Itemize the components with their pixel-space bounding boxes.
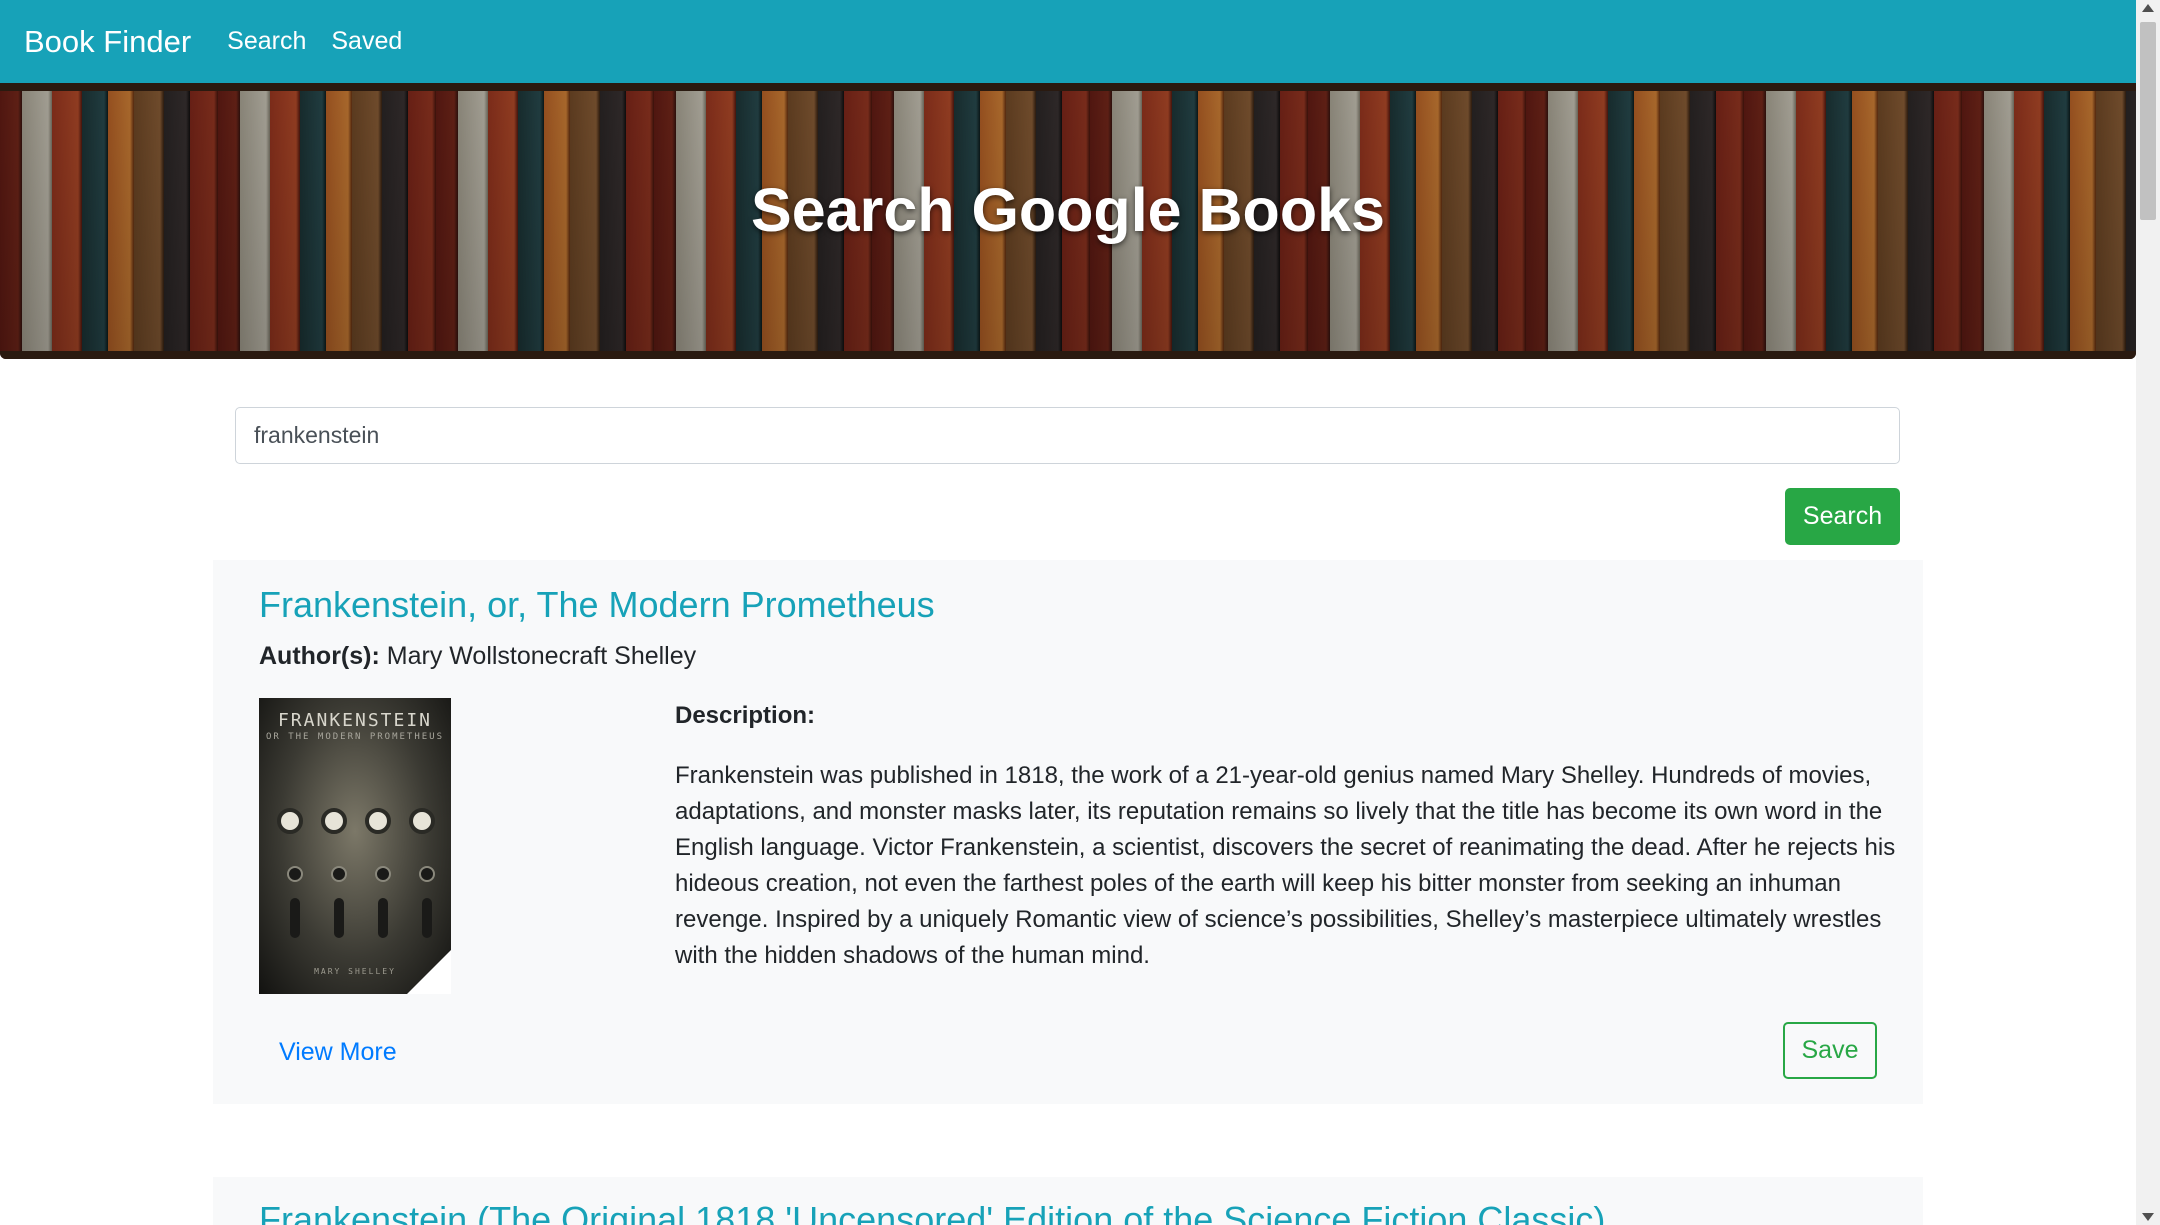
- knob-icon: [375, 866, 391, 882]
- description-text: Frankenstein was published in 1818, the …: [675, 762, 1896, 969]
- authors-value: Mary Wollstonecraft Shelley: [386, 642, 697, 670]
- lever-icon: [290, 898, 300, 938]
- navbar: Book Finder Search Saved: [0, 0, 2136, 83]
- brand-link[interactable]: Book Finder: [24, 24, 191, 60]
- view-more-link[interactable]: View More: [279, 1038, 397, 1067]
- authors-label: Author(s):: [259, 642, 380, 670]
- knob-icon: [331, 866, 347, 882]
- knob-icon: [287, 866, 303, 882]
- scroll-up-arrow-icon[interactable]: [2142, 4, 2154, 12]
- shelf-divider: [0, 351, 2136, 359]
- save-button[interactable]: Save: [1783, 1022, 1877, 1079]
- book-cover-image: FRANKENSTEIN OR THE MODERN PROMETHEUS MA…: [259, 698, 451, 994]
- knob-icon: [419, 866, 435, 882]
- lever-icon: [334, 898, 344, 938]
- scroll-down-arrow-icon[interactable]: [2142, 1213, 2154, 1221]
- page-curl-icon: [407, 950, 451, 994]
- cover-subtitle: OR THE MODERN PROMETHEUS: [265, 732, 445, 742]
- hero-banner: Search Google Books: [0, 83, 2136, 359]
- dial-icon: [365, 808, 391, 834]
- book-title-link[interactable]: Frankenstein (The Original 1818 'Uncenso…: [259, 1199, 1605, 1225]
- scrollbar[interactable]: [2136, 0, 2160, 1225]
- scrollbar-thumb[interactable]: [2140, 22, 2156, 220]
- dial-icon: [321, 808, 347, 834]
- nav-link-search[interactable]: Search: [227, 27, 306, 56]
- nav-link-saved[interactable]: Saved: [331, 27, 402, 56]
- book-result-card: Frankenstein (The Original 1818 'Uncenso…: [213, 1177, 1923, 1225]
- book-title-link[interactable]: Frankenstein, or, The Modern Prometheus: [259, 584, 935, 626]
- dial-icon: [409, 808, 435, 834]
- lever-icon: [422, 898, 432, 938]
- book-authors: Author(s): Mary Wollstonecraft Shelley: [259, 642, 696, 671]
- search-button[interactable]: Search: [1785, 488, 1900, 545]
- page-title: Search Google Books: [751, 176, 1385, 244]
- description-label: Description:: [675, 702, 816, 729]
- dial-icon: [277, 808, 303, 834]
- book-result-card: Frankenstein, or, The Modern Prometheus …: [213, 560, 1923, 1104]
- search-input[interactable]: [235, 407, 1900, 464]
- cover-title: FRANKENSTEIN: [277, 710, 433, 731]
- shelf-divider: [0, 83, 2136, 91]
- lever-icon: [378, 898, 388, 938]
